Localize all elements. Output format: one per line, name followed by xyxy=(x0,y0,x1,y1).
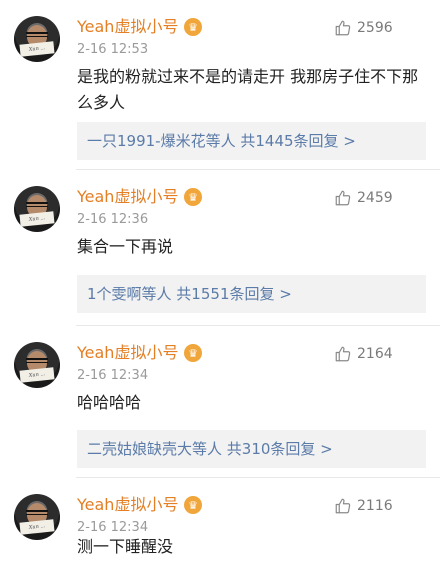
avatar[interactable]: Xun ... xyxy=(14,16,60,62)
comment-time: 2-16 12:53 xyxy=(77,42,149,57)
thumbs-up-icon xyxy=(335,498,351,514)
avatar[interactable]: Xun ... xyxy=(14,494,60,540)
like-count: 2596 xyxy=(357,20,393,36)
comment-item: Xun ... Yeah虚拟小号 ♛ 2-16 12:36 2459 集合一下再… xyxy=(0,170,440,326)
thumbs-up-icon xyxy=(335,20,351,36)
thumbs-up-icon xyxy=(335,190,351,206)
comment-feed: Xun ... Yeah虚拟小号 ♛ 2-16 12:53 2596 是我的粉就… xyxy=(0,0,440,562)
like-button[interactable]: 2596 xyxy=(334,18,434,40)
crown-badge-icon: ♛ xyxy=(184,188,202,206)
reply-summary-link[interactable]: 二壳姑娘缺壳大等人 共310条回复 > xyxy=(77,430,426,468)
crown-badge-icon: ♛ xyxy=(184,344,202,362)
comment-text: 测一下睡醒没 xyxy=(77,537,174,556)
like-count: 2164 xyxy=(357,346,393,362)
comment-time: 2-16 12:34 xyxy=(77,368,149,383)
reply-summary-link[interactable]: 一只1991-爆米花等人 共1445条回复 > xyxy=(77,122,426,160)
like-button[interactable]: 2459 xyxy=(334,188,434,210)
reply-summary-link[interactable]: 1个雯啊等人 共1551条回复 > xyxy=(77,275,426,313)
like-count: 2459 xyxy=(357,190,393,206)
username[interactable]: Yeah虚拟小号 xyxy=(77,343,178,363)
crown-badge-icon: ♛ xyxy=(184,18,202,36)
avatar[interactable]: Xun ... xyxy=(14,186,60,232)
comment-time: 2-16 12:36 xyxy=(77,212,149,227)
comment-item: Xun ... Yeah虚拟小号 ♛ 2-16 12:34 2116 测一下睡醒… xyxy=(0,478,440,562)
comment-item: Xun ... Yeah虚拟小号 ♛ 2-16 12:53 2596 是我的粉就… xyxy=(0,0,440,170)
comment-text: 集合一下再说 xyxy=(77,237,174,256)
like-count: 2116 xyxy=(357,498,393,514)
avatar[interactable]: Xun ... xyxy=(14,342,60,388)
thumbs-up-icon xyxy=(335,346,351,362)
username[interactable]: Yeah虚拟小号 xyxy=(77,187,178,207)
comment-text: 哈哈哈哈 xyxy=(77,393,142,412)
comment-time: 2-16 12:34 xyxy=(77,520,149,535)
username[interactable]: Yeah虚拟小号 xyxy=(77,495,178,515)
comment-text: 是我的粉就过来不是的请走开 我那房子住不下那么多人 xyxy=(77,67,419,112)
like-button[interactable]: 2116 xyxy=(334,496,434,518)
like-button[interactable]: 2164 xyxy=(334,344,434,366)
crown-badge-icon: ♛ xyxy=(184,496,202,514)
comment-item: Xun ... Yeah虚拟小号 ♛ 2-16 12:34 2164 哈哈哈哈 … xyxy=(0,326,440,478)
username[interactable]: Yeah虚拟小号 xyxy=(77,17,178,37)
